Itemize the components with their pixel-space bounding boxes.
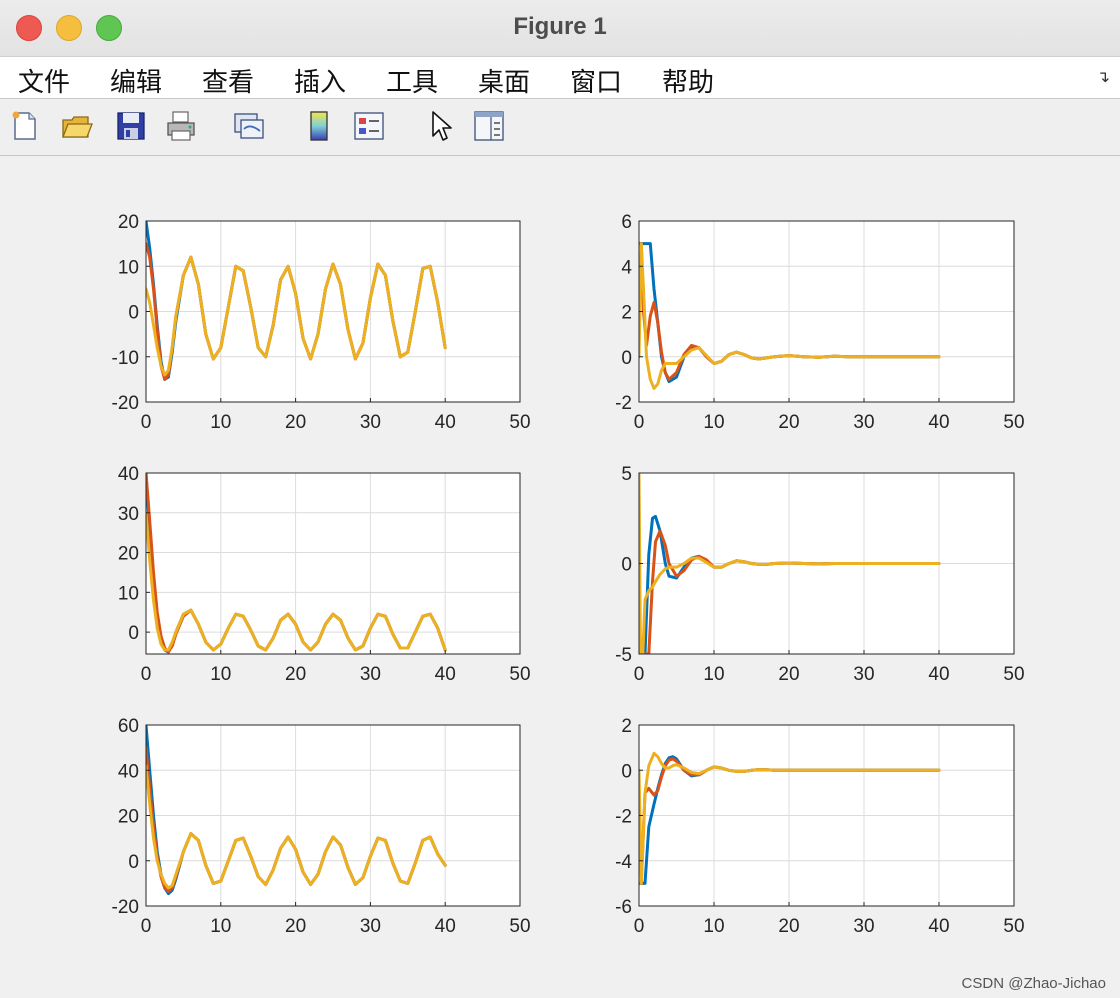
y-tick-label: 20 <box>118 544 139 565</box>
axes-background <box>146 473 520 654</box>
x-tick-label: 50 <box>1003 664 1024 685</box>
y-tick-label: -20 <box>112 393 139 414</box>
y-tick-label: -20 <box>112 897 139 918</box>
y-tick-label: 0 <box>621 555 632 576</box>
x-tick-label: 0 <box>141 916 152 937</box>
y-tick-label: -2 <box>615 807 632 828</box>
x-tick-label: 0 <box>634 664 645 685</box>
watermark-text: CSDN @Zhao-Jichao <box>961 975 1106 992</box>
y-tick-label: 10 <box>118 257 139 278</box>
x-tick-label: 50 <box>509 916 530 937</box>
y-tick-label: 60 <box>118 716 139 737</box>
x-tick-label: 20 <box>778 916 799 937</box>
y-tick-label: 20 <box>118 212 139 233</box>
y-tick-label: 6 <box>621 212 632 233</box>
x-tick-label: 30 <box>853 412 874 433</box>
y-tick-label: -2 <box>615 393 632 414</box>
y-tick-label: 2 <box>621 303 632 324</box>
subplot-row2-right: 0 10 20 30 40 50-505 <box>615 464 1024 685</box>
x-tick-label: 10 <box>703 916 724 937</box>
x-tick-label: 40 <box>435 664 456 685</box>
x-tick-label: 20 <box>778 664 799 685</box>
y-tick-label: 0 <box>621 348 632 369</box>
x-tick-label: 50 <box>1003 916 1024 937</box>
x-tick-label: 50 <box>1003 412 1024 433</box>
y-tick-label: 0 <box>621 761 632 782</box>
x-tick-label: 30 <box>853 916 874 937</box>
y-tick-label: 0 <box>128 852 139 873</box>
y-tick-label: 5 <box>621 464 632 485</box>
x-tick-label: 40 <box>928 412 949 433</box>
x-tick-label: 40 <box>928 916 949 937</box>
y-tick-label: -10 <box>112 348 139 369</box>
x-tick-label: 40 <box>435 412 456 433</box>
x-tick-label: 40 <box>435 916 456 937</box>
x-tick-label: 10 <box>210 412 231 433</box>
y-tick-label: 2 <box>621 716 632 737</box>
y-tick-label: -6 <box>615 897 632 918</box>
y-tick-label: 0 <box>128 303 139 324</box>
y-tick-label: -4 <box>615 852 632 873</box>
x-tick-label: 0 <box>634 916 645 937</box>
x-tick-label: 40 <box>928 664 949 685</box>
subplot-row3-left: 0 10 20 30 40 50-200204060 <box>112 716 531 937</box>
subplot-row3-right: 0 10 20 30 40 50 -6 -4 -2 0 2 <box>615 716 1024 937</box>
x-tick-label: 20 <box>285 664 306 685</box>
x-tick-label: 30 <box>360 664 381 685</box>
y-tick-label: 30 <box>118 504 139 525</box>
x-tick-label: 50 <box>509 412 530 433</box>
y-tick-label: 40 <box>118 464 139 485</box>
x-tick-label: 20 <box>778 412 799 433</box>
x-tick-label: 10 <box>703 412 724 433</box>
x-tick-label: 30 <box>360 412 381 433</box>
x-tick-label: 0 <box>141 664 152 685</box>
subplot-row1-left: 0 10 20 30 40 50 -20 -10 0 10 20 <box>112 212 531 433</box>
x-tick-label: 0 <box>141 412 152 433</box>
x-tick-label: 30 <box>853 664 874 685</box>
x-tick-label: 30 <box>360 916 381 937</box>
y-tick-label: 10 <box>118 583 139 604</box>
subplot-row1-right: 0 10 20 30 40 50-20246 <box>615 212 1024 433</box>
y-tick-label: -5 <box>615 645 632 666</box>
subplot-row2-left: 0 10 20 30 40 50 0 10 20 30 40 <box>118 464 531 685</box>
y-tick-label: 0 <box>128 623 139 644</box>
x-tick-label: 10 <box>210 916 231 937</box>
x-tick-label: 20 <box>285 412 306 433</box>
x-tick-label: 10 <box>210 664 231 685</box>
y-tick-label: 4 <box>621 257 632 278</box>
x-tick-label: 0 <box>634 412 645 433</box>
y-tick-label: 20 <box>118 807 139 828</box>
x-tick-label: 20 <box>285 916 306 937</box>
y-tick-label: 40 <box>118 761 139 782</box>
figure-plot-area: 0 10 20 30 40 50-20-10010200 10 20 30 40 50-202460… <box>112 212 1025 937</box>
x-tick-label: 10 <box>703 664 724 685</box>
x-tick-label: 50 <box>509 664 530 685</box>
